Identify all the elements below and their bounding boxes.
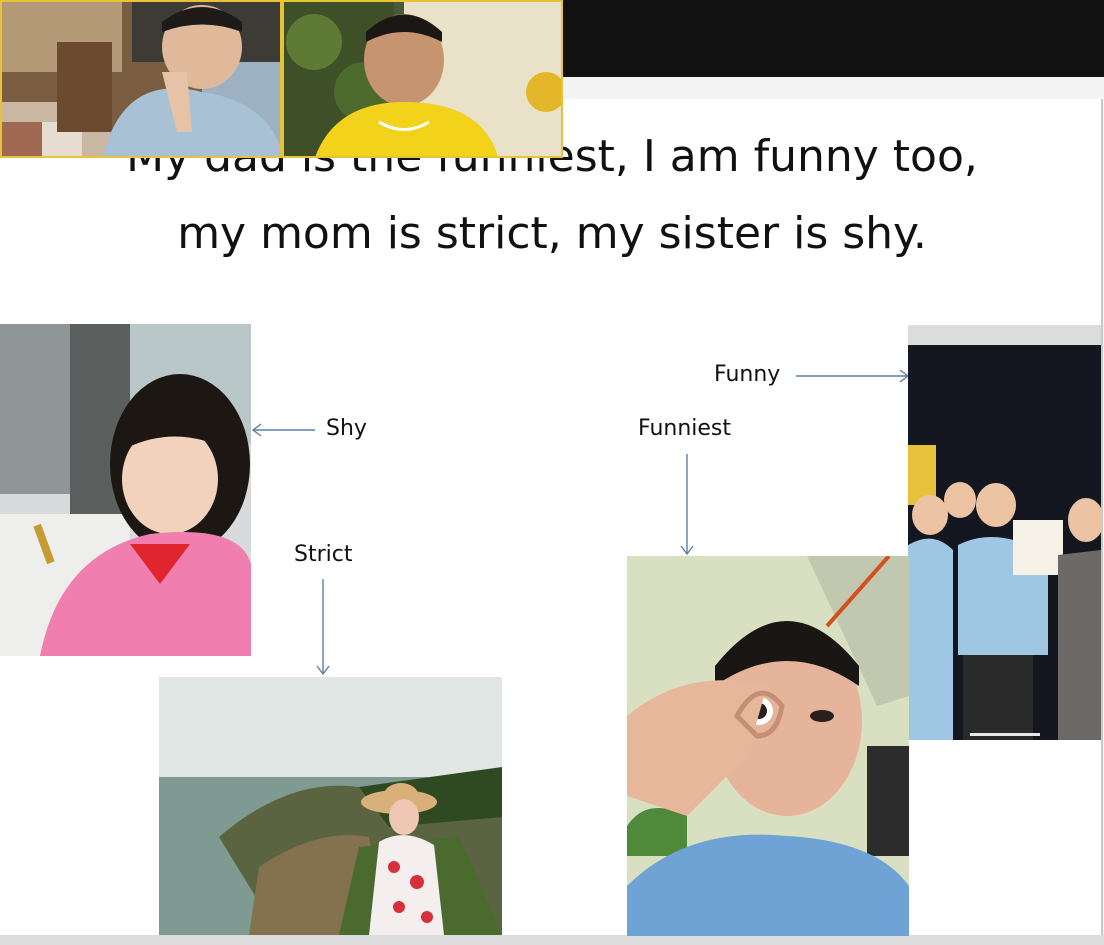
label-shy: Shy (326, 416, 367, 441)
photo-sister (0, 324, 251, 656)
arrow-strict (316, 579, 330, 676)
label-funny: Funny (714, 362, 781, 387)
slide-bottom-bar (0, 935, 1104, 945)
photo-kids (908, 325, 1101, 740)
child-video-feed (2, 2, 280, 156)
arrow-funny (796, 369, 910, 383)
arrow-funniest (680, 454, 694, 556)
photo-dad (627, 556, 909, 936)
video-tile-dad[interactable] (282, 0, 563, 158)
arrow-shy (251, 423, 315, 437)
label-funniest: Funniest (638, 416, 732, 441)
slide-title-line-2: my mom is strict, my sister is shy. (177, 208, 927, 259)
meeting-background (563, 0, 1104, 77)
video-tile-child[interactable] (0, 0, 282, 158)
photo-mom (159, 677, 502, 935)
dad-video-feed (284, 2, 561, 156)
label-strict: Strict (294, 542, 353, 567)
